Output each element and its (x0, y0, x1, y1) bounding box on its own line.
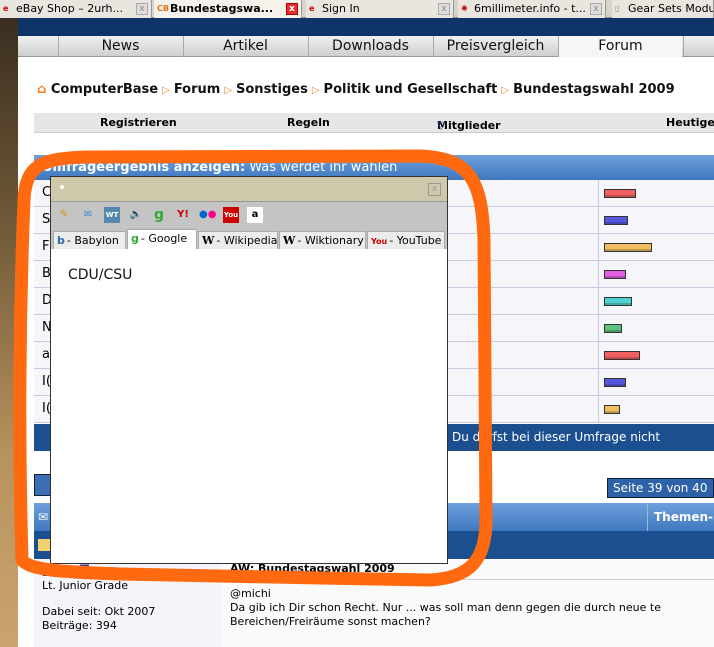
pencil-icon[interactable]: ✎ (56, 207, 72, 223)
poll-result-bar (604, 270, 626, 279)
ebay-icon: e (3, 4, 9, 13)
poll-result-bar (604, 216, 628, 225)
selected-text: CDU/CSU (68, 267, 133, 283)
amazon-icon[interactable]: a (247, 207, 263, 223)
browser-tab[interactable]: e Sign In x (306, 0, 454, 18)
browser-tab[interactable]: ▯ Gear Sets Modul (612, 0, 714, 18)
nav-forum[interactable]: Forum (558, 36, 682, 57)
dot-icon (60, 185, 64, 189)
nav-preisvergleich[interactable]: Preisvergleich (433, 36, 557, 57)
browser-tab-bar: e eBay Shop – 2urh... x CB Bundestagswa... x… (0, 0, 714, 18)
divider (598, 180, 599, 207)
poll-result-bar (604, 405, 620, 414)
tab-babylon[interactable]: b- Babylon (53, 231, 126, 249)
poll-option-label: F (42, 239, 50, 254)
google-icon[interactable]: g (151, 207, 167, 223)
translate-icon[interactable]: WT (104, 207, 120, 223)
tab-wiktionary[interactable]: W- Wiktionary (279, 231, 366, 249)
flickr-icon[interactable]: ●● (199, 207, 216, 223)
arrow-icon: ▷ (501, 85, 510, 96)
close-tab-icon[interactable]: x (136, 3, 148, 15)
tab-google[interactable]: g- Google (127, 229, 197, 249)
arrow-icon: ▷ (224, 85, 233, 96)
popup-tabs: b- Babylon g- Google W- Wikipedia W- Wik… (51, 229, 447, 249)
home-icon: ⌂ (37, 82, 47, 97)
author-joined: Dabei seit: Okt 2007 (42, 605, 156, 618)
browser-tab[interactable]: ✺ 6millimeter.info - t... x (458, 0, 606, 18)
poll-result-bar (604, 324, 622, 333)
close-tab-icon[interactable]: x (438, 3, 450, 15)
poll-result-bar (604, 351, 640, 360)
ebay-icon: e (309, 4, 315, 13)
post-title: AW: Bundestagswahl 2009 (230, 562, 714, 580)
youtube-icon: You (371, 237, 388, 246)
post-folder-icon (38, 539, 50, 551)
divider (598, 342, 599, 369)
close-icon[interactable]: x (428, 183, 441, 196)
wiktionary-icon: W (283, 234, 296, 247)
link-heutige[interactable]: Heutige (666, 116, 714, 129)
babylon-icon: b (57, 234, 65, 247)
divider (598, 261, 599, 288)
post-text: Da gib ich Dir schon Recht. Nur ... was … (230, 601, 661, 614)
popup-titlebar[interactable]: x (51, 177, 447, 202)
desktop-edge (0, 18, 18, 647)
poll-result-bar (604, 189, 636, 198)
dropdown-triangle-icon: ▽ (437, 119, 446, 132)
pagination[interactable]: Seite 39 von 40 (607, 478, 714, 498)
divider (598, 369, 599, 396)
breadcrumb-link[interactable]: Sonstiges (236, 82, 308, 97)
thread-tools-menu[interactable]: Themen-O (647, 503, 714, 552)
arrow-icon: ▷ (311, 85, 320, 96)
author-rank: Lt. Junior Grade (42, 579, 128, 592)
google-icon: g (131, 232, 139, 245)
poll-result-bar (604, 243, 652, 252)
main-nav: News Artikel Downloads Preisvergleich Fo… (18, 36, 714, 57)
divider (598, 234, 599, 261)
post-text: @michi (230, 587, 271, 600)
breadcrumb-current: Bundestagswahl 2009 (513, 82, 675, 97)
poll-result-bar (604, 378, 626, 387)
close-tab-icon[interactable]: x (590, 3, 602, 15)
breadcrumb-link[interactable]: ComputerBase (51, 82, 158, 97)
nav-divider (683, 36, 714, 57)
breadcrumb-link[interactable]: Forum (174, 82, 221, 97)
youtube-icon[interactable]: You (223, 207, 239, 223)
nav-downloads[interactable]: Downloads (308, 36, 432, 57)
site-header (18, 18, 714, 36)
mail-icon[interactable]: ✉ (38, 510, 48, 524)
author-posts: Beiträge: 394 (42, 619, 117, 632)
computerbase-icon: CB (157, 4, 169, 13)
divider (598, 396, 599, 423)
speaker-icon[interactable]: 🔈 (128, 207, 144, 223)
forum-links-bar: Registrieren Regeln Mitglieder ▽ Heutige (34, 113, 714, 133)
popup-toolbar: ✎ ✉ WT 🔈 g Y! ●● You a (51, 202, 447, 229)
post-author-panel: ZeroZerp Lt. Junior Grade Dabei seit: Ok… (34, 559, 222, 647)
yahoo-icon[interactable]: Y! (175, 207, 191, 223)
divider (598, 207, 599, 234)
divider (598, 288, 599, 315)
link-registrieren[interactable]: Registrieren (100, 116, 177, 129)
arrow-icon: ▷ (162, 85, 170, 96)
breadcrumb: ⌂ ComputerBase ▷ Forum ▷ Sonstiges ▷ Politik u… (37, 82, 675, 97)
mail-icon[interactable]: ✉ (80, 207, 96, 223)
divider (598, 315, 599, 342)
browser-tab-active[interactable]: CB Bundestagswa... x (154, 0, 302, 18)
browser-tab[interactable]: e eBay Shop – 2urh... x (0, 0, 152, 18)
nav-news[interactable]: News (58, 36, 182, 57)
page-icon: ▯ (615, 4, 620, 13)
lookup-popup: x ✎ ✉ WT 🔈 g Y! ●● You a b- Babylon g- G… (50, 176, 448, 564)
post-body: AW: Bundestagswahl 2009 @michi Da gib ic… (222, 559, 714, 647)
wikipedia-icon: W (202, 234, 215, 247)
post-text: Bereichen/Freiräume sonst machen? (230, 615, 431, 628)
breadcrumb-link[interactable]: Politik und Gesellschaft (324, 82, 498, 97)
tab-youtube[interactable]: You - YouTube (367, 231, 445, 249)
link-regeln[interactable]: Regeln (287, 116, 330, 129)
poll-option-label: a (42, 347, 50, 362)
tab-wikipedia[interactable]: W- Wikipedia (198, 231, 278, 249)
poll-result-bar (604, 297, 632, 306)
6mm-icon: ✺ (461, 4, 468, 13)
nav-artikel[interactable]: Artikel (183, 36, 307, 57)
close-tab-icon[interactable]: x (286, 3, 298, 15)
